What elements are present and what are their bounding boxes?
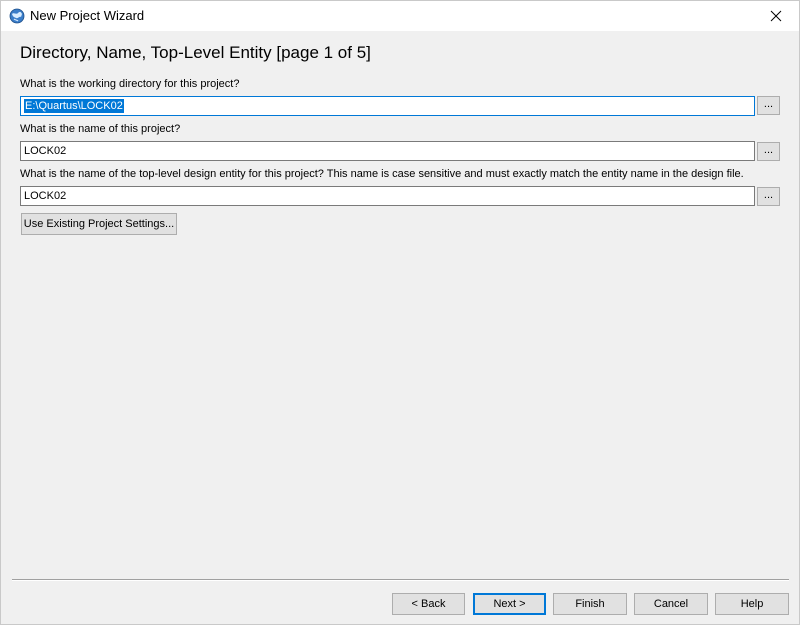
next-button[interactable]: Next > [473,593,546,615]
project-name-browse-button[interactable]: ... [757,142,780,161]
top-level-entity-value: LOCK02 [24,190,67,202]
top-level-entity-browse-button[interactable]: ... [757,187,780,206]
use-existing-project-settings-button[interactable]: Use Existing Project Settings... [21,213,177,235]
close-button[interactable] [753,1,799,31]
working-directory-value: E:\Quartus\LOCK02 [24,99,124,113]
top-level-entity-label: What is the name of the top-level design… [20,168,744,180]
globe-icon [9,8,25,24]
top-level-entity-input[interactable]: LOCK02 [20,186,755,206]
page-title: Directory, Name, Top-Level Entity [page … [20,43,371,62]
project-name-label: What is the name of this project? [20,123,181,135]
working-directory-browse-button[interactable]: ... [757,96,780,115]
project-name-value: LOCK02 [24,145,67,157]
project-name-input[interactable]: LOCK02 [20,141,755,161]
cancel-button[interactable]: Cancel [634,593,708,615]
footer-separator [12,579,789,581]
window-title: New Project Wizard [30,8,145,23]
working-directory-input[interactable]: E:\Quartus\LOCK02 [20,96,755,116]
help-button[interactable]: Help [715,593,789,615]
finish-button[interactable]: Finish [553,593,627,615]
working-directory-label: What is the working directory for this p… [20,78,240,90]
title-bar: New Project Wizard [1,1,799,31]
new-project-wizard-window: New Project Wizard Directory, Name, Top-… [0,0,800,625]
close-icon [770,10,782,22]
back-button[interactable]: < Back [392,593,465,615]
